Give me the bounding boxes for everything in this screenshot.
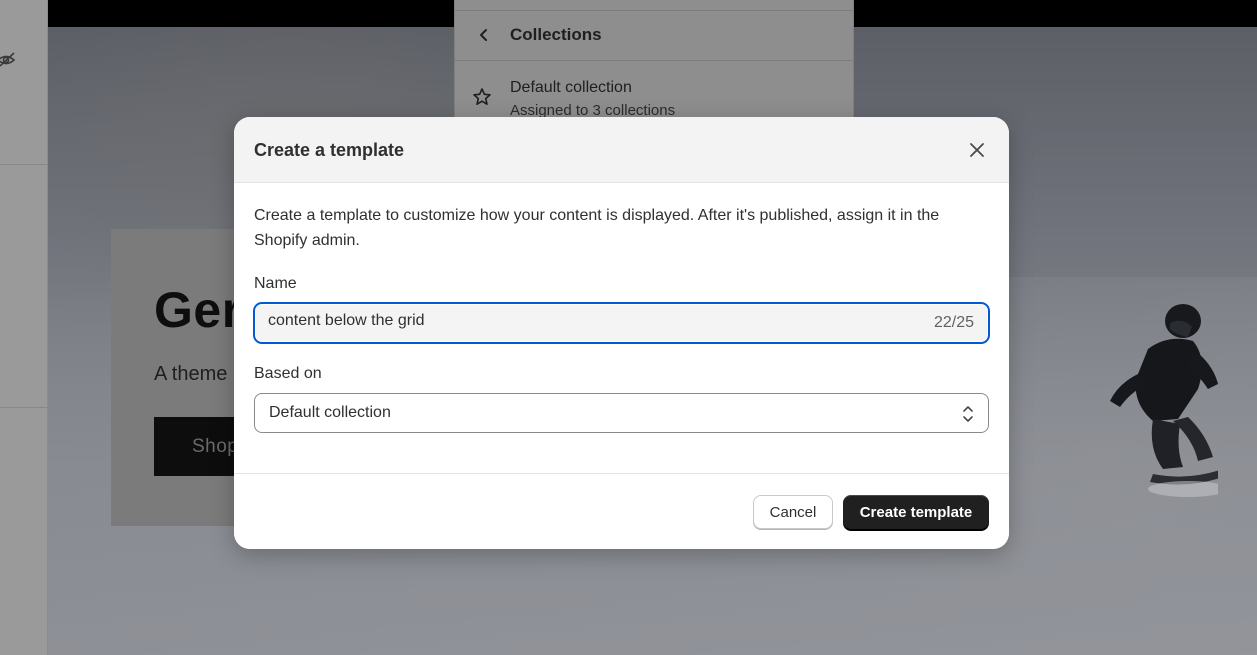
based-on-selected-value: Default collection: [269, 404, 391, 421]
panel-top-strip: [455, 0, 853, 11]
panel-title: Collections: [510, 25, 602, 44]
name-label: Name: [254, 275, 297, 292]
close-icon: [970, 143, 984, 157]
create-template-button[interactable]: Create template: [843, 495, 989, 529]
name-char-count: 22/25: [933, 314, 974, 331]
star-icon: [473, 88, 491, 105]
sidebar-divider: [0, 164, 48, 165]
editor-sidebar: [0, 0, 48, 655]
chevron-left-icon[interactable]: [477, 27, 491, 43]
modal-title: Create a template: [254, 140, 405, 160]
template-item-default-collection[interactable]: Default collection Assigned to 3 collect…: [455, 61, 853, 119]
based-on-select[interactable]: Default collection: [254, 393, 989, 433]
modal-footer: Cancel Create template: [234, 473, 1009, 549]
eye-off-icon[interactable]: [0, 51, 18, 69]
name-input[interactable]: [268, 312, 908, 330]
sidebar-divider: [0, 407, 48, 408]
modal-description: Create a template to customize how your …: [254, 207, 940, 249]
snowboarder-image: [1110, 304, 1218, 497]
based-on-label: Based on: [254, 365, 322, 382]
select-chevron-icon: [963, 406, 973, 422]
hero-subtitle: A theme: [154, 363, 228, 385]
close-button[interactable]: [964, 137, 990, 163]
hero-title: Ger: [154, 282, 242, 338]
panel-header: Collections: [455, 11, 853, 61]
cancel-button[interactable]: Cancel: [753, 495, 833, 529]
modal-header: Create a template: [234, 117, 1009, 183]
name-input-container[interactable]: 22/25: [253, 302, 990, 344]
template-picker-panel: Collections Default collection Assigned …: [454, 0, 854, 120]
template-item-title: Default collection: [510, 79, 632, 96]
